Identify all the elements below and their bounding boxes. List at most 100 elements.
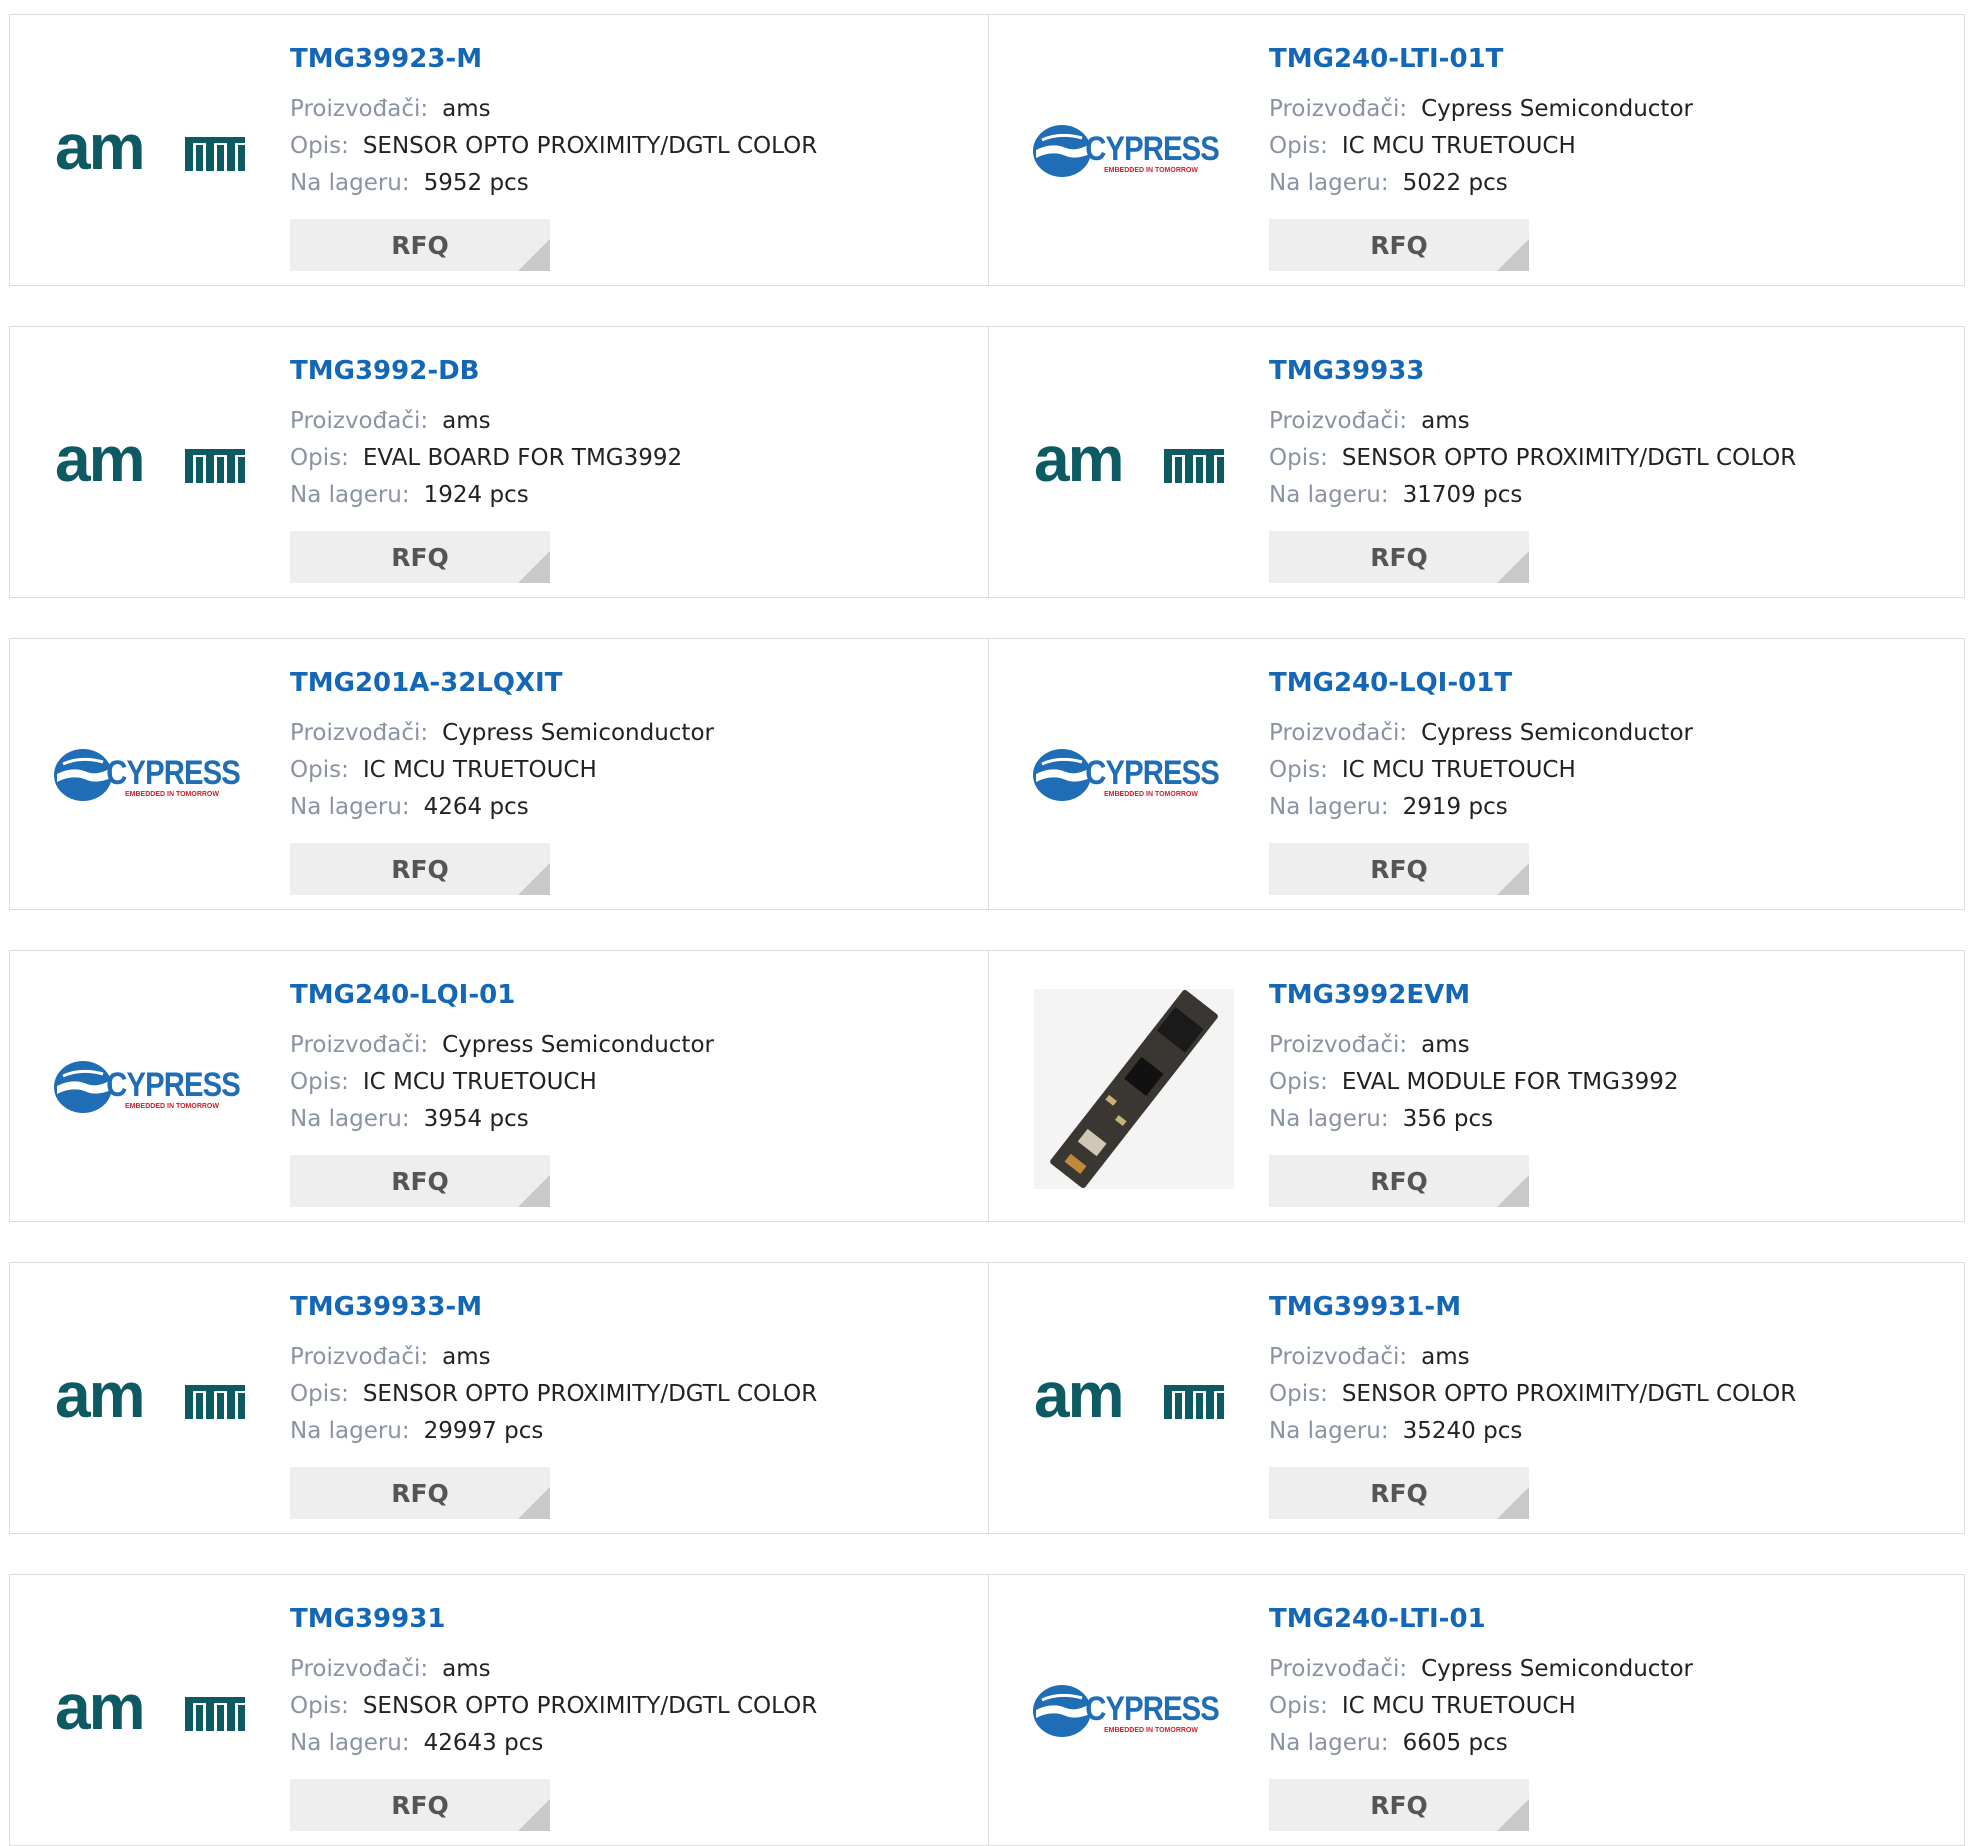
rfq-label: RFQ [1370, 1478, 1428, 1508]
ams-logo-container[interactable]: am [50, 1359, 260, 1439]
rfq-button[interactable]: RFQ [1269, 1155, 1529, 1207]
part-number-link[interactable]: TMG240-LTI-01 [1269, 1603, 1949, 1635]
rfq-button[interactable]: RFQ [1269, 1467, 1529, 1519]
stock-label: Na lageru: [290, 794, 410, 820]
stock-label: Na lageru: [290, 1418, 410, 1444]
description-label: Opis: [290, 1069, 349, 1095]
manufacturer-line: Proizvođači: Cypress Semiconductor [1269, 91, 1949, 128]
part-number-link[interactable]: TMG39933-M [290, 1291, 970, 1323]
rfq-button[interactable]: RFQ [1269, 1779, 1529, 1831]
manufacturer-value: ams [1421, 408, 1470, 434]
part-number-link[interactable]: TMG39931-M [1269, 1291, 1949, 1323]
ams-logo-container[interactable]: am [1029, 1359, 1239, 1439]
rfq-button[interactable]: RFQ [290, 219, 550, 271]
corner-triangle-icon [1497, 1175, 1529, 1207]
svg-text:EMBEDDED IN TOMORROW: EMBEDDED IN TOMORROW [125, 791, 219, 798]
rfq-button[interactable]: RFQ [290, 843, 550, 895]
part-number-link[interactable]: TMG3992EVM [1269, 979, 1949, 1011]
corner-triangle-icon [1497, 239, 1529, 271]
description-line: Opis: EVAL BOARD FOR TMG3992 [290, 440, 970, 477]
ams-logo-container[interactable]: am [50, 423, 260, 503]
stock-line: Na lageru: 5952 pcs [290, 165, 970, 202]
description-line: Opis: IC MCU TRUETOUCH [1269, 752, 1949, 789]
rfq-button[interactable]: RFQ [1269, 219, 1529, 271]
ams-logo-container[interactable]: am [1029, 423, 1239, 503]
board-photo [1034, 989, 1234, 1189]
part-number-link[interactable]: TMG201A-32LQXIT [290, 667, 970, 699]
svg-text:am: am [1034, 1371, 1123, 1427]
stock-line: Na lageru: 31709 pcs [1269, 477, 1949, 514]
stock-value: 5022 pcs [1402, 170, 1508, 196]
rfq-button[interactable]: RFQ [290, 1155, 550, 1207]
description-line: Opis: SENSOR OPTO PROXIMITY/DGTL COLOR [290, 128, 970, 165]
description-line: Opis: IC MCU TRUETOUCH [290, 1064, 970, 1101]
manufacturer-line: Proizvođači: Cypress Semiconductor [1269, 715, 1949, 752]
description-value: SENSOR OPTO PROXIMITY/DGTL COLOR [1341, 1381, 1797, 1407]
manufacturer-value: ams [442, 1656, 491, 1682]
manufacturer-label: Proizvođači: [290, 1344, 429, 1370]
manufacturer-label: Proizvođači: [1269, 1344, 1408, 1370]
stock-line: Na lageru: 356 pcs [1269, 1101, 1949, 1138]
product-card: am TMG39923-M Proizvođači: ams Opis: SENSOR … [10, 15, 988, 285]
stock-value: 1924 pcs [423, 482, 529, 508]
manufacturer-line: Proizvođači: ams [1269, 403, 1949, 440]
rfq-button[interactable]: RFQ [1269, 843, 1529, 895]
product-info: TMG39931 Proizvođači: ams Opis: SENSOR OPTO … [290, 1603, 970, 1831]
cypress-logo-container[interactable]: CYPRESS EMBEDDED IN TOMORROW [50, 1047, 260, 1127]
corner-triangle-icon [518, 239, 550, 271]
product-card: am TMG39933 Proizvođači: ams Opis: SENSOR OP… [988, 327, 1966, 597]
product-info: TMG39931-M Proizvođači: ams Opis: SENSOR OPT… [1269, 1291, 1949, 1519]
product-info: TMG240-LQI-01 Proizvođači: Cypress Semicon… [290, 979, 970, 1207]
corner-triangle-icon [518, 1175, 550, 1207]
description-value: IC MCU TRUETOUCH [1341, 1693, 1576, 1719]
product-info: TMG240-LTI-01 Proizvođači: Cypress Semicon… [1269, 1603, 1949, 1831]
description-label: Opis: [1269, 757, 1328, 783]
manufacturer-value: Cypress Semiconductor [1421, 96, 1693, 122]
rfq-button[interactable]: RFQ [1269, 531, 1529, 583]
description-value: IC MCU TRUETOUCH [1341, 133, 1576, 159]
part-number-link[interactable]: TMG240-LTI-01T [1269, 43, 1949, 75]
product-card: am TMG39933-M Proizvođači: ams Opis: SENSOR … [10, 1263, 988, 1533]
manufacturer-label: Proizvođači: [1269, 408, 1408, 434]
manufacturer-label: Proizvođači: [1269, 1656, 1408, 1682]
rfq-button[interactable]: RFQ [290, 1779, 550, 1831]
manufacturer-label: Proizvođači: [1269, 720, 1408, 746]
rfq-label: RFQ [391, 1478, 449, 1508]
part-number-link[interactable]: TMG3992-DB [290, 355, 970, 387]
rfq-label: RFQ [1370, 230, 1428, 260]
cypress-logo: CYPRESS EMBEDDED IN TOMORROW [1032, 749, 1219, 801]
part-number-link[interactable]: TMG240-LQI-01T [1269, 667, 1949, 699]
part-number-link[interactable]: TMG39923-M [290, 43, 970, 75]
description-label: Opis: [1269, 1069, 1328, 1095]
manufacturer-line: Proizvođači: ams [290, 403, 970, 440]
stock-label: Na lageru: [1269, 1106, 1389, 1132]
board-photo-container[interactable] [1029, 989, 1239, 1189]
stock-line: Na lageru: 42643 pcs [290, 1725, 970, 1762]
ams-logo-container[interactable]: am [50, 1671, 260, 1751]
corner-triangle-icon [1497, 551, 1529, 583]
corner-triangle-icon [1497, 1799, 1529, 1831]
product-card: am TMG3992-DB Proizvođači: ams Opis: EVAL BO… [10, 327, 988, 597]
stock-value: 5952 pcs [423, 170, 529, 196]
stock-line: Na lageru: 1924 pcs [290, 477, 970, 514]
product-card: am TMG39931-M Proizvođači: ams Opis: SENSOR … [988, 1263, 1966, 1533]
rfq-label: RFQ [1370, 1166, 1428, 1196]
manufacturer-value: Cypress Semiconductor [1421, 1656, 1693, 1682]
part-number-link[interactable]: TMG240-LQI-01 [290, 979, 970, 1011]
part-number-link[interactable]: TMG39931 [290, 1603, 970, 1635]
description-value: IC MCU TRUETOUCH [362, 1069, 597, 1095]
rfq-label: RFQ [1370, 854, 1428, 884]
manufacturer-value: ams [1421, 1344, 1470, 1370]
manufacturer-value: ams [442, 96, 491, 122]
rfq-button[interactable]: RFQ [290, 1467, 550, 1519]
ams-logo-container[interactable]: am [50, 111, 260, 191]
cypress-logo-container[interactable]: CYPRESS EMBEDDED IN TOMORROW [50, 735, 260, 815]
cypress-logo-container[interactable]: CYPRESS EMBEDDED IN TOMORROW [1029, 111, 1239, 191]
part-number-link[interactable]: TMG39933 [1269, 355, 1949, 387]
svg-text:CYPRESS: CYPRESS [106, 1065, 240, 1104]
rfq-button[interactable]: RFQ [290, 531, 550, 583]
description-line: Opis: SENSOR OPTO PROXIMITY/DGTL COLOR [290, 1376, 970, 1413]
cypress-logo-container[interactable]: CYPRESS EMBEDDED IN TOMORROW [1029, 735, 1239, 815]
corner-triangle-icon [518, 863, 550, 895]
cypress-logo-container[interactable]: CYPRESS EMBEDDED IN TOMORROW [1029, 1671, 1239, 1751]
